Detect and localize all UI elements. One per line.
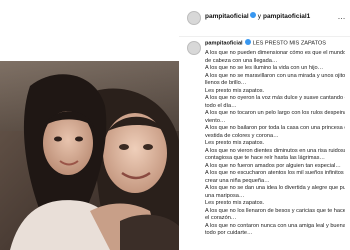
instagram-post-viewer: pampitaoficial y pampitaoficial1 … pampita…: [0, 0, 350, 250]
caption-line: crear una niña pequeña…: [205, 177, 270, 184]
caption-line: A los que no se dan una idea lo divertid…: [205, 185, 345, 191]
username-link[interactable]: pampitaoficial: [205, 13, 249, 20]
caption-line: A los que no escucharon atentos los mil …: [205, 170, 345, 176]
post-photo[interactable]: [0, 61, 179, 250]
caption-line: viento…: [205, 117, 226, 124]
caption-title: LES PRESTO MIS ZAPATOS: [252, 40, 327, 47]
caption-line: contagiosa que te hace reír hasta las lá…: [205, 155, 326, 161]
more-options-icon[interactable]: …: [338, 12, 347, 21]
caption-header: pampitaoficial LES PRESTO MIS ZAPATOS: [205, 39, 345, 48]
post-header-usernames: pampitaoficial y pampitaoficial1: [205, 12, 310, 20]
caption-line: A los que no bailaron por toda la casa c…: [205, 125, 345, 131]
caption-line: llenos de brillo…: [205, 80, 247, 86]
caption-line: A los que no pueden dimensionar cómo es …: [205, 50, 345, 56]
caption-line: el corazón…: [205, 215, 237, 221]
caption-line: A los que no se maravillaron con una mir…: [205, 72, 345, 79]
caption-line: Les presto mis zapatos.: [205, 87, 265, 94]
post-header: pampitaoficial y pampitaoficial1 …: [179, 0, 350, 37]
caption-line: Les presto mis zapatos.: [205, 200, 265, 206]
avatar[interactable]: [187, 11, 201, 25]
caption-line: A los que no tocaron un pelo largo con l…: [205, 110, 345, 116]
caption-line: una mariposa…: [205, 192, 245, 199]
caption-line: de cabeza con una llegada…: [205, 57, 278, 64]
caption-line: A los que no vieron dientes diminutos en…: [205, 147, 345, 154]
caption-avatar[interactable]: [187, 41, 201, 55]
caption-line: A los que no contaron nunca con una amig…: [205, 222, 345, 229]
collab-username-link[interactable]: pampitaoficial1: [263, 13, 310, 20]
caption-verified-badge-icon: [245, 39, 252, 45]
caption-panel: pampitaoficial LES PRESTO MIS ZAPATOS A …: [179, 36, 350, 250]
caption-line: todo el día…: [205, 102, 237, 109]
verified-badge-icon: [249, 12, 256, 19]
caption-line: A los que no oyeron la voz más dulce y s…: [205, 95, 345, 101]
caption-line: Les presto mis zapatos.: [205, 140, 265, 146]
caption-username-link[interactable]: pampitaoficial: [205, 40, 243, 46]
caption-line: A los que no los llenaron de besos y car…: [205, 207, 345, 214]
caption-line: todo por cuidarte…: [205, 230, 253, 236]
caption-body: A los que no pueden dimensionar cómo es …: [205, 50, 345, 238]
post-photo-image: [0, 61, 179, 250]
and-text: y: [257, 13, 261, 20]
caption-line: A los que no fueron amados por alguien t…: [205, 162, 341, 169]
caption-line: A los que no se les ilumino la vida con …: [205, 65, 324, 71]
caption-line: vestida de colores y corona…: [205, 132, 279, 139]
